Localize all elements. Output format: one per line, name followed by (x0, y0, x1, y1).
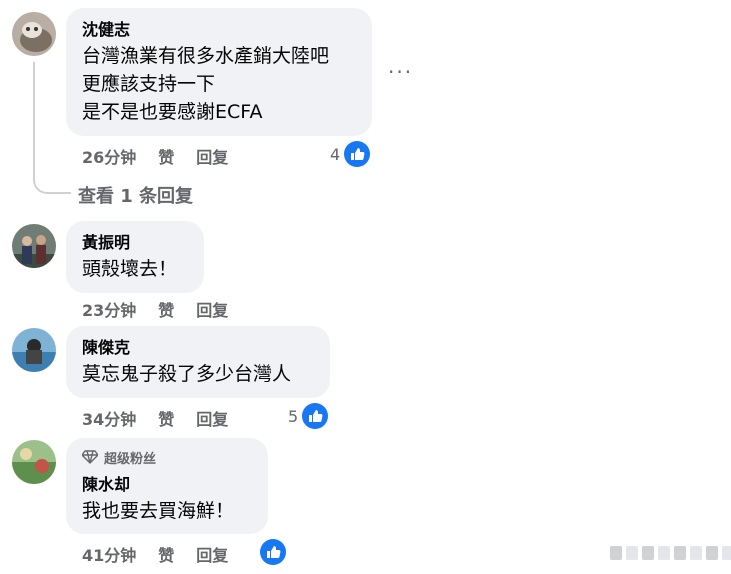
comment-bubble: 黃振明 頭殼壞去！ (66, 221, 204, 293)
badge-label: 超级粉丝 (104, 451, 157, 467)
like-count: 5 (288, 406, 299, 426)
comment-author[interactable]: 陳傑克 (82, 338, 314, 358)
reaction-count[interactable]: 5 (288, 403, 329, 429)
comment-time[interactable]: 26分钟 (82, 144, 136, 168)
reaction-icon[interactable] (260, 539, 286, 565)
reply-thread-line (33, 62, 71, 194)
reaction-count[interactable]: 4 (330, 141, 371, 167)
like-button[interactable]: 赞 (158, 542, 174, 566)
thumbs-up-icon (344, 141, 371, 167)
comment-actions: 41分钟 赞 回复 (82, 542, 228, 566)
comment-bubble: 沈健志 台灣漁業有很多水產銷大陸吧 更應該支持一下 是不是也要感謝ECFA (66, 8, 372, 136)
like-count: 4 (330, 144, 341, 164)
avatar[interactable] (12, 224, 56, 268)
comment-text-line: 台灣漁業有很多水產銷大陸吧 (82, 45, 330, 67)
comment-actions: 23分钟 赞 回复 (82, 297, 228, 321)
fan-badge: 超级粉丝 (81, 450, 252, 469)
comment-time[interactable]: 41分钟 (82, 542, 136, 566)
reply-button[interactable]: 回复 (196, 406, 228, 430)
comment-author[interactable]: 沈健志 (82, 20, 356, 40)
comment-time[interactable]: 34分钟 (82, 406, 136, 430)
comment-actions: 34分钟 赞 回复 (82, 406, 228, 430)
avatar[interactable] (12, 12, 56, 56)
comment-text-line: 是不是也要感謝ECFA (82, 101, 263, 123)
avatar[interactable] (12, 328, 56, 372)
reply-button[interactable]: 回复 (196, 542, 228, 566)
comment-text-line: 更應該支持一下 (82, 73, 216, 95)
comment-bubble: 陳傑克 莫忘鬼子殺了多少台灣人 (66, 326, 330, 398)
like-button[interactable]: 赞 (158, 406, 174, 430)
comment-text-line: 我也要去買海鮮！ (82, 500, 235, 522)
view-replies-link[interactable]: 查看 1 条回复 (78, 182, 193, 208)
comment-text-line: 頭殼壞去！ (82, 258, 178, 280)
like-button[interactable]: 赞 (158, 297, 174, 321)
thumbs-up-icon (302, 403, 329, 429)
watermark-strip (610, 546, 731, 560)
thumbs-up-icon (260, 539, 286, 565)
avatar[interactable] (12, 440, 56, 484)
reply-button[interactable]: 回复 (196, 297, 228, 321)
comment-text-line: 莫忘鬼子殺了多少台灣人 (82, 363, 292, 385)
comment-time[interactable]: 23分钟 (82, 297, 136, 321)
reply-button[interactable]: 回复 (196, 144, 228, 168)
diamond-icon (81, 450, 99, 469)
like-button[interactable]: 赞 (158, 144, 174, 168)
more-options-button[interactable]: ··· (388, 60, 413, 84)
comment-bubble: 超级粉丝 陳水却 我也要去買海鮮！ (66, 438, 268, 534)
comment-author[interactable]: 黃振明 (82, 233, 188, 253)
comment-actions: 26分钟 赞 回复 (82, 144, 228, 168)
comment-author[interactable]: 陳水却 (82, 475, 252, 495)
